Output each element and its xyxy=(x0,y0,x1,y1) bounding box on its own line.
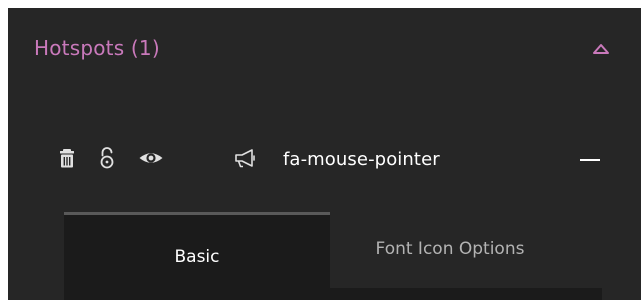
hotspot-tabs: Basic Font Icon Options xyxy=(64,212,602,300)
tab-font-icon-options-label: Font Icon Options xyxy=(375,239,525,259)
tab-font-icon-options[interactable]: Font Icon Options xyxy=(330,212,602,300)
tab-basic-label: Basic xyxy=(174,247,220,267)
unlock-icon[interactable] xyxy=(99,147,115,169)
minus-icon[interactable] xyxy=(578,155,604,165)
hotspot-name: fa-mouse-pointer xyxy=(283,149,440,170)
panel-title: Hotspots (1) xyxy=(34,36,160,60)
hotspot-row: fa-mouse-pointer xyxy=(8,132,641,188)
chevron-up-icon[interactable] xyxy=(590,38,612,58)
eye-icon[interactable] xyxy=(138,147,164,169)
hotspots-panel: Hotspots (1) fa-mouse-pointer Basic Font… xyxy=(8,8,641,300)
tab-content-area xyxy=(330,288,602,300)
panel-header[interactable]: Hotspots (1) xyxy=(8,8,641,90)
bullhorn-icon[interactable] xyxy=(234,147,256,169)
tab-basic[interactable]: Basic xyxy=(64,212,330,300)
trash-icon[interactable] xyxy=(59,147,75,169)
